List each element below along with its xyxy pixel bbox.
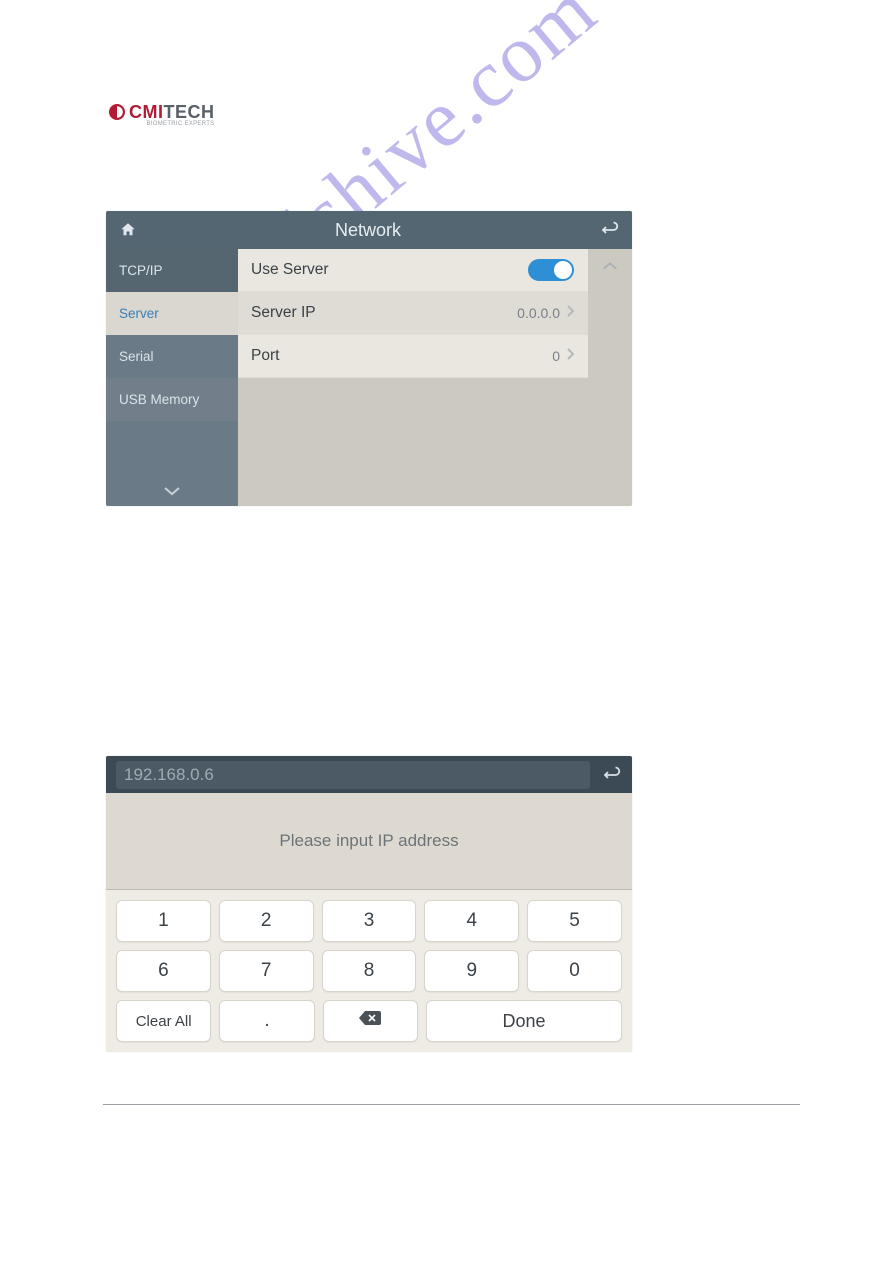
key-0[interactable]: 0 (527, 950, 622, 992)
back-icon[interactable] (598, 221, 620, 239)
key-label: 8 (364, 960, 375, 982)
chevron-right-icon (566, 347, 574, 365)
key-3[interactable]: 3 (322, 900, 417, 942)
key-5[interactable]: 5 (527, 900, 622, 942)
back-icon[interactable] (600, 766, 622, 784)
key-label: . (264, 1010, 269, 1032)
key-label: Clear All (136, 1013, 192, 1030)
toggle-use-server[interactable] (528, 259, 574, 281)
sidebar-item-server[interactable]: Server (106, 292, 238, 335)
key-9[interactable]: 9 (424, 950, 519, 992)
key-clear-all[interactable]: Clear All (116, 1000, 211, 1042)
key-label: 5 (569, 910, 580, 932)
key-8[interactable]: 8 (322, 950, 417, 992)
numeric-keypad: 1 2 3 4 5 6 7 8 9 0 Clear All . Done (106, 890, 632, 1052)
key-label: 3 (364, 910, 375, 932)
settings-sidebar: TCP/IP Server Serial USB Memory (106, 249, 238, 506)
ip-input-screen: 192.168.0.6 Please input IP address 1 2 … (106, 756, 632, 1052)
sidebar-item-label: Server (119, 306, 159, 321)
sidebar-item-label: TCP/IP (119, 263, 163, 278)
horizontal-rule (103, 1104, 800, 1105)
backspace-icon (357, 1009, 383, 1033)
row-label: Server IP (251, 304, 517, 322)
sidebar-item-usb-memory[interactable]: USB Memory (106, 378, 238, 421)
ip-input-field[interactable]: 192.168.0.6 (116, 761, 590, 789)
sidebar-item-label: Serial (119, 349, 154, 364)
key-6[interactable]: 6 (116, 950, 211, 992)
sidebar-item-label: USB Memory (119, 392, 199, 407)
sidebar-item-tcpip[interactable]: TCP/IP (106, 249, 238, 292)
key-label: 7 (261, 960, 272, 982)
key-label: 6 (158, 960, 169, 982)
row-port[interactable]: Port 0 (238, 335, 588, 378)
settings-main: Use Server Server IP 0.0.0.0 Port 0 (238, 249, 632, 506)
key-2[interactable]: 2 (219, 900, 314, 942)
key-label: Done (502, 1011, 545, 1032)
key-label: 0 (569, 960, 580, 982)
content-scroll-column (588, 249, 632, 506)
key-label: 2 (261, 910, 272, 932)
scroll-up-icon[interactable] (602, 259, 618, 277)
key-4[interactable]: 4 (424, 900, 519, 942)
key-label: 9 (467, 960, 478, 982)
title-bar: Network (106, 211, 632, 249)
prompt-text: Please input IP address (279, 831, 458, 851)
key-backspace[interactable] (323, 1000, 418, 1042)
key-1[interactable]: 1 (116, 900, 211, 942)
ip-input-value: 192.168.0.6 (124, 765, 214, 785)
logo-text: CMITECH BIOMETRIC EXPERTS (129, 102, 215, 127)
key-label: 4 (467, 910, 478, 932)
chevron-right-icon (566, 304, 574, 322)
brand-logo: CMITECH BIOMETRIC EXPERTS (108, 102, 215, 127)
row-use-server[interactable]: Use Server (238, 249, 588, 292)
key-dot[interactable]: . (219, 1000, 314, 1042)
key-7[interactable]: 7 (219, 950, 314, 992)
row-value: 0 (552, 348, 560, 364)
sidebar-item-serial[interactable]: Serial (106, 335, 238, 378)
logo-icon (108, 103, 126, 126)
key-done[interactable]: Done (426, 1000, 622, 1042)
sidebar-scroll-down-icon[interactable] (106, 476, 238, 506)
row-label: Port (251, 347, 552, 365)
key-label: 1 (158, 910, 169, 932)
ip-input-bar: 192.168.0.6 (106, 756, 632, 793)
row-server-ip[interactable]: Server IP 0.0.0.0 (238, 292, 588, 335)
input-prompt: Please input IP address (106, 793, 632, 890)
row-label: Use Server (251, 261, 528, 279)
home-icon[interactable] (118, 221, 138, 239)
screen-title: Network (138, 220, 598, 241)
row-value: 0.0.0.0 (517, 305, 560, 321)
network-settings-screen: Network TCP/IP Server Serial USB Memory … (106, 211, 632, 506)
